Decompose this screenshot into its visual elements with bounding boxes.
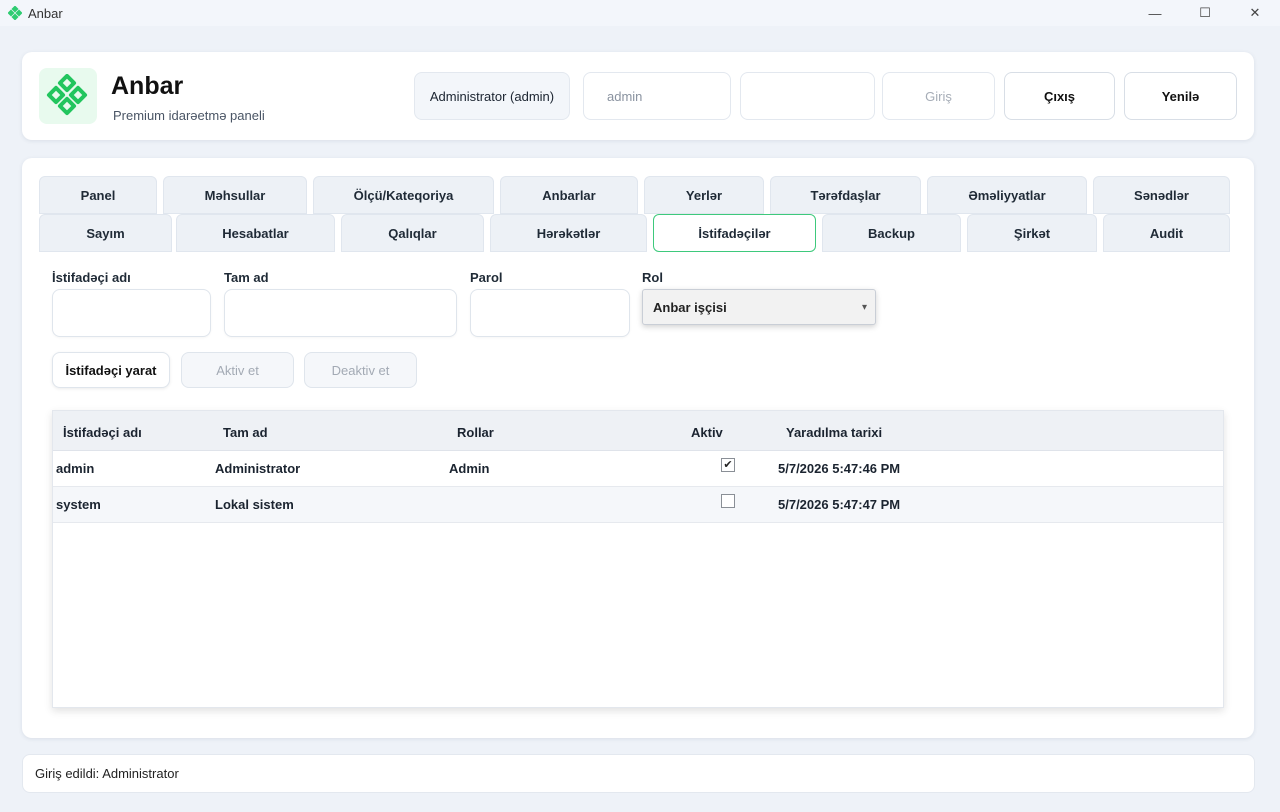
table-row[interactable]: admin Administrator Admin ✔ 5/7/2026 5:4… <box>53 451 1223 487</box>
tab-backup[interactable]: Backup <box>822 214 961 252</box>
window-titlebar: Anbar — ☐ ✕ <box>0 0 1280 26</box>
role-select[interactable]: Anbar işçisi ▾ <box>642 289 876 325</box>
col-roles[interactable]: Rollar <box>457 425 494 440</box>
brand-logo <box>39 68 97 124</box>
refresh-button[interactable]: Yenilə <box>1124 72 1237 120</box>
cell-roles: Admin <box>449 461 490 476</box>
tab-movements[interactable]: Hərəkətlər <box>490 214 647 252</box>
minimize-button[interactable]: — <box>1130 0 1180 26</box>
fullname-input[interactable] <box>224 289 457 337</box>
activate-button[interactable]: Aktiv et <box>181 352 294 388</box>
table-header: İstifadəçi adı Tam ad Rollar Aktiv Yarad… <box>53 411 1223 451</box>
col-created[interactable]: Yaradılma tarixi <box>786 425 882 440</box>
cell-created: 5/7/2026 5:47:46 PM <box>778 461 901 476</box>
window-title: Anbar <box>28 5 63 21</box>
brand-subtitle: Premium idarəetmə paneli <box>113 108 265 123</box>
status-text: Giriş edildi: Administrator <box>35 766 179 781</box>
tab-panel[interactable]: Panel <box>39 176 157 214</box>
tab-users[interactable]: İstifadəçilər <box>653 214 816 252</box>
cell-username: admin <box>56 461 95 476</box>
login-button[interactable]: Giriş <box>882 72 995 120</box>
app-logo-icon <box>8 6 22 20</box>
header-card: Anbar Premium idarəetmə paneli Administr… <box>22 52 1254 140</box>
cell-username: system <box>56 497 101 512</box>
tab-count[interactable]: Sayım <box>39 214 172 252</box>
main-card: Panel Məhsullar Ölçü/Kateqoriya Anbarlar… <box>22 158 1254 738</box>
tab-reports[interactable]: Hesabatlar <box>176 214 335 252</box>
password-label: Parol <box>470 270 503 285</box>
tab-units-categories[interactable]: Ölçü/Kateqoriya <box>313 176 494 214</box>
login-password-input[interactable] <box>740 72 875 120</box>
tab-operations[interactable]: Əməliyyatlar <box>927 176 1087 214</box>
role-selected-value: Anbar işçisi <box>653 299 727 315</box>
fullname-label: Tam ad <box>224 270 269 285</box>
tab-documents[interactable]: Sənədlər <box>1093 176 1230 214</box>
table-row[interactable]: system Lokal sistem 5/7/2026 5:47:47 PM <box>53 487 1223 523</box>
tab-warehouses[interactable]: Anbarlar <box>500 176 638 214</box>
checkmark-icon: ✔ <box>723 458 733 471</box>
tab-locations[interactable]: Yerlər <box>644 176 764 214</box>
username-label: İstifadəçi adı <box>52 270 131 285</box>
active-checkbox[interactable]: ✔ <box>721 458 735 472</box>
cell-fullname: Administrator <box>215 461 301 476</box>
role-label: Rol <box>642 270 663 285</box>
col-active[interactable]: Aktiv <box>691 425 723 440</box>
tab-company[interactable]: Şirkət <box>967 214 1097 252</box>
brand-diamond-icon <box>46 74 88 116</box>
close-button[interactable]: ✕ <box>1230 0 1280 26</box>
login-username-input[interactable]: admin <box>583 72 731 120</box>
maximize-button[interactable]: ☐ <box>1180 0 1230 26</box>
brand-title: Anbar <box>111 72 184 100</box>
col-fullname[interactable]: Tam ad <box>223 425 268 440</box>
username-input[interactable] <box>52 289 211 337</box>
tab-balances[interactable]: Qalıqlar <box>341 214 484 252</box>
window-controls: — ☐ ✕ <box>1130 0 1280 26</box>
create-user-button[interactable]: İstifadəçi yarat <box>52 352 170 388</box>
col-username[interactable]: İstifadəçi adı <box>63 425 142 440</box>
tab-partners[interactable]: Tərəfdaşlar <box>770 176 921 214</box>
logout-button[interactable]: Çıxış <box>1004 72 1115 120</box>
cell-fullname: Lokal sistem <box>215 497 294 512</box>
deactivate-button[interactable]: Deaktiv et <box>304 352 417 388</box>
tab-products[interactable]: Məhsullar <box>163 176 307 214</box>
cell-created: 5/7/2026 5:47:47 PM <box>778 497 901 512</box>
active-checkbox[interactable] <box>721 494 735 508</box>
tab-audit[interactable]: Audit <box>1103 214 1230 252</box>
status-bar: Giriş edildi: Administrator <box>22 754 1255 793</box>
chevron-down-icon: ▾ <box>861 302 867 313</box>
password-input[interactable] <box>470 289 630 337</box>
current-user-badge: Administrator (admin) <box>414 72 570 120</box>
users-table: İstifadəçi adı Tam ad Rollar Aktiv Yarad… <box>52 410 1224 708</box>
